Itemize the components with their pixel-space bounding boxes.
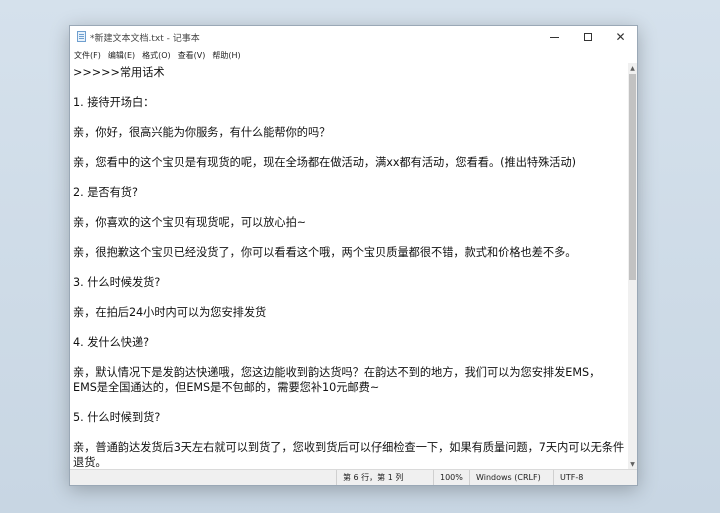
text-line (73, 425, 626, 440)
line-ending: Windows (CRLF) (469, 470, 553, 485)
text-line: 退货。 (73, 456, 107, 469)
zoom-level: 100% (433, 470, 469, 485)
text-line: 4. 发什么快递? (73, 336, 150, 349)
notepad-window: *新建文本文档.txt - 记事本 ✕ 文件(F) 编辑(E) 格式(O) 查看… (69, 25, 638, 486)
notepad-icon (77, 31, 86, 42)
text-line (73, 80, 626, 95)
text-line: 亲，您看中的这个宝贝是有现货的呢，现在全场都在做活动，满xx都有活动，您看看。(… (73, 156, 577, 169)
text-line (73, 110, 626, 125)
text-line: 亲，你好，很高兴能为你服务，有什么能帮你的吗？ (73, 126, 331, 139)
text-line: 亲，在拍后24小时内可以为您安排发货 (73, 306, 267, 319)
vertical-scrollbar[interactable]: ▲ ▼ (628, 63, 637, 469)
close-icon: ✕ (615, 30, 626, 44)
text-line: 2. 是否有货? (73, 186, 138, 199)
text-line (73, 350, 626, 365)
close-button[interactable]: ✕ (604, 26, 637, 48)
scrollbar-thumb[interactable] (629, 74, 636, 280)
text-line (73, 200, 626, 215)
scroll-down-arrow-icon[interactable]: ▼ (628, 459, 637, 469)
menu-view[interactable]: 查看(V) (178, 50, 206, 61)
title-bar[interactable]: *新建文本文档.txt - 记事本 ✕ (70, 26, 637, 48)
editor-content[interactable]: >>>>>常用话术 1. 接待开场白： 亲，你好，很高兴能为你服务，有什么能帮你的吗… (73, 65, 626, 469)
menu-bar: 文件(F) 编辑(E) 格式(O) 查看(V) 帮助(H) (70, 48, 637, 62)
text-line (73, 395, 626, 410)
text-line (73, 140, 626, 155)
cursor-position: 第 6 行，第 1 列 (336, 470, 433, 485)
text-line: EMS是全国通达的，但EMS是不包邮的，需要您补10元邮费~ (73, 381, 380, 394)
text-editor-area[interactable]: >>>>>常用话术 1. 接待开场白： 亲，你好，很高兴能为你服务，有什么能帮你的吗… (70, 63, 628, 469)
text-line: 亲，默认情况下是发韵达快递哦，您这边能收到韵达货吗？在韵达不到的地方，我们可以为… (73, 366, 601, 379)
maximize-button[interactable] (571, 26, 604, 48)
text-line: 亲，普通韵达发货后3天左右就可以到货了，您收到货后可以仔细检查一下，如果有质量问… (73, 441, 625, 454)
text-line: 亲，你喜欢的这个宝贝有现货呢，可以放心拍~ (73, 216, 307, 229)
menu-format[interactable]: 格式(O) (142, 50, 171, 61)
text-line (73, 230, 626, 245)
menu-edit[interactable]: 编辑(E) (108, 50, 135, 61)
minimize-icon (550, 36, 559, 38)
window-title: *新建文本文档.txt - 记事本 (90, 34, 200, 44)
text-line: 1. 接待开场白： (73, 96, 155, 109)
text-line: 3. 什么时候发货? (73, 276, 161, 289)
text-line (73, 290, 626, 305)
text-line (73, 260, 626, 275)
maximize-icon (583, 33, 592, 41)
text-line: 亲，很抱歉这个宝贝已经没货了，你可以看看这个哦，两个宝贝质量都很不错，款式和价格… (73, 246, 577, 259)
text-line (73, 320, 626, 335)
encoding: UTF-8 (553, 470, 637, 485)
status-bar: 第 6 行，第 1 列 100% Windows (CRLF) UTF-8 (70, 469, 637, 485)
menu-help[interactable]: 帮助(H) (212, 50, 240, 61)
text-line (73, 170, 626, 185)
scroll-up-arrow-icon[interactable]: ▲ (628, 63, 637, 73)
menu-file[interactable]: 文件(F) (74, 50, 101, 61)
text-line: >>>>>常用话术 (73, 66, 165, 79)
text-line: 5. 什么时候到货? (73, 411, 161, 424)
minimize-button[interactable] (538, 26, 571, 48)
